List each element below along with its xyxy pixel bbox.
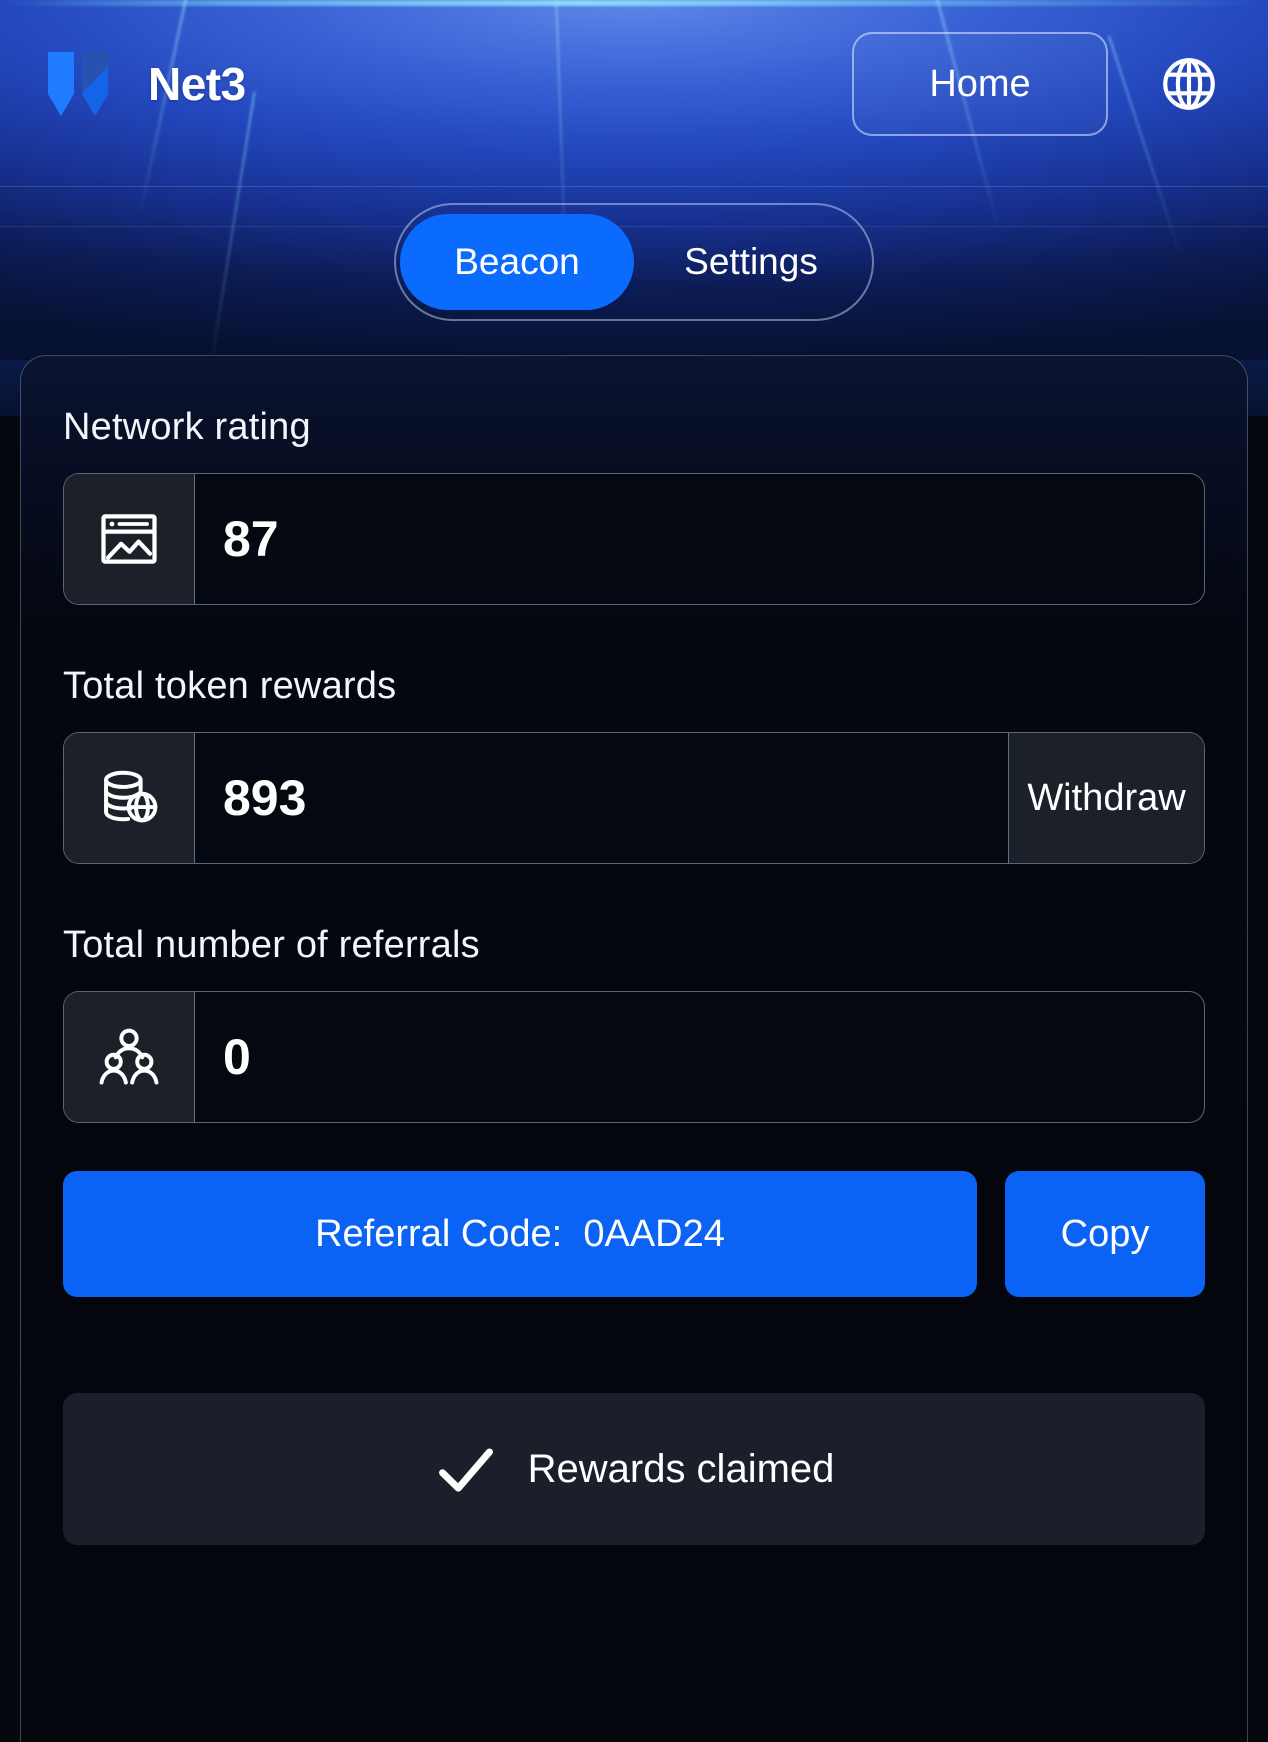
background-divider-line: [0, 186, 1268, 187]
brand: Net3: [44, 50, 246, 118]
database-globe-icon: [64, 733, 195, 863]
tab-beacon[interactable]: Beacon: [400, 214, 634, 310]
rewards-claimed-banner: Rewards claimed: [63, 1393, 1205, 1545]
total-referrals-value: 0: [223, 1029, 251, 1085]
total-token-rewards-label: Total token rewards: [63, 665, 397, 707]
app-root: Net3 Home Beacon Settings Network rating: [0, 0, 1268, 1742]
network-rating-value: 87: [223, 511, 279, 567]
network-rating-label: Network rating: [63, 406, 311, 448]
home-button[interactable]: Home: [852, 32, 1108, 136]
referral-code-button[interactable]: Referral Code: 0AAD24: [63, 1171, 977, 1297]
beacon-panel: Network rating 87 Total token rewards 89…: [20, 355, 1248, 1742]
tab-settings[interactable]: Settings: [634, 214, 868, 310]
total-token-rewards-row: 893 Withdraw: [63, 732, 1205, 864]
check-icon: [434, 1437, 498, 1501]
net3-shield-logo-icon: [44, 50, 130, 118]
people-group-icon: [64, 992, 195, 1122]
total-referrals-row: 0: [63, 991, 1205, 1123]
brand-name: Net3: [148, 58, 246, 110]
chart-window-icon: [64, 474, 195, 604]
total-referrals-label: Total number of referrals: [63, 924, 480, 966]
view-tab-switcher[interactable]: Beacon Settings: [394, 203, 874, 321]
total-token-rewards-value: 893: [223, 770, 307, 826]
globe-icon[interactable]: [1144, 32, 1234, 136]
copy-button[interactable]: Copy: [1005, 1171, 1205, 1297]
rewards-claimed-label: Rewards claimed: [527, 1446, 835, 1491]
network-rating-row: 87: [63, 473, 1205, 605]
referral-code-row: Referral Code: 0AAD24 Copy: [63, 1171, 1205, 1297]
app-header: Net3 Home: [0, 0, 1268, 168]
withdraw-button[interactable]: Withdraw: [1008, 733, 1204, 863]
